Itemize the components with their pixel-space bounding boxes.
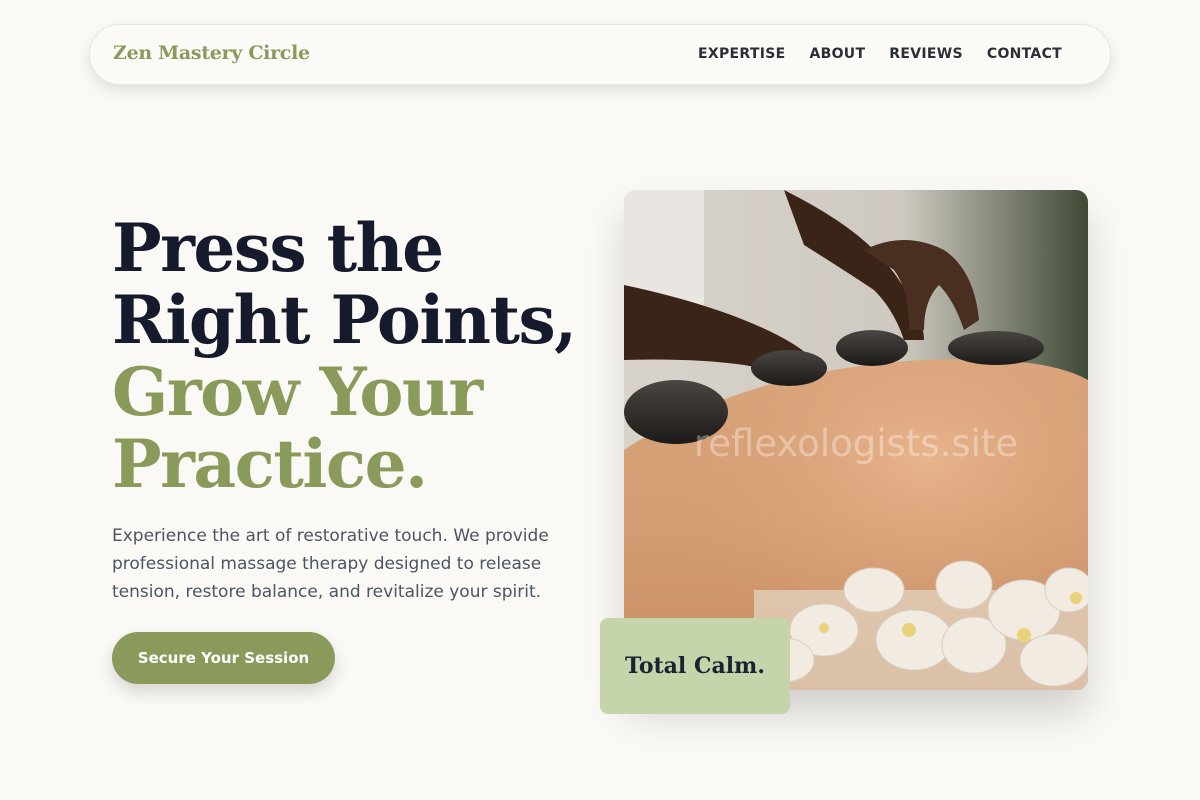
navbar: Zen Mastery Circle EXPERTISE ABOUT REVIE… [89,24,1111,85]
hero-description: Experience the art of restorative touch.… [112,526,549,602]
nav-link-reviews[interactable]: REVIEWS [889,46,963,62]
headline-line-2: Right Points, [112,281,577,359]
nav-links: EXPERTISE ABOUT REVIEWS CONTACT [698,46,1062,62]
hero-image: reflexologists.site [624,190,1088,690]
hero-headline: Press the Right Points, Grow Your Practi… [112,209,577,503]
headline-line-1: Press the [112,209,444,287]
brand-logo[interactable]: Zen Mastery Circle [113,42,310,64]
nav-link-contact[interactable]: CONTACT [987,46,1062,62]
nav-link-about[interactable]: ABOUT [809,46,865,62]
image-watermark: reflexologists.site [693,422,1019,465]
total-calm-card: Total Calm. [600,618,790,714]
secure-session-button[interactable]: Secure Your Session [112,632,335,684]
nav-link-expertise[interactable]: EXPERTISE [698,46,785,62]
headline-line-3: Grow Your [112,353,483,431]
headline-line-4: Practice. [112,425,428,503]
